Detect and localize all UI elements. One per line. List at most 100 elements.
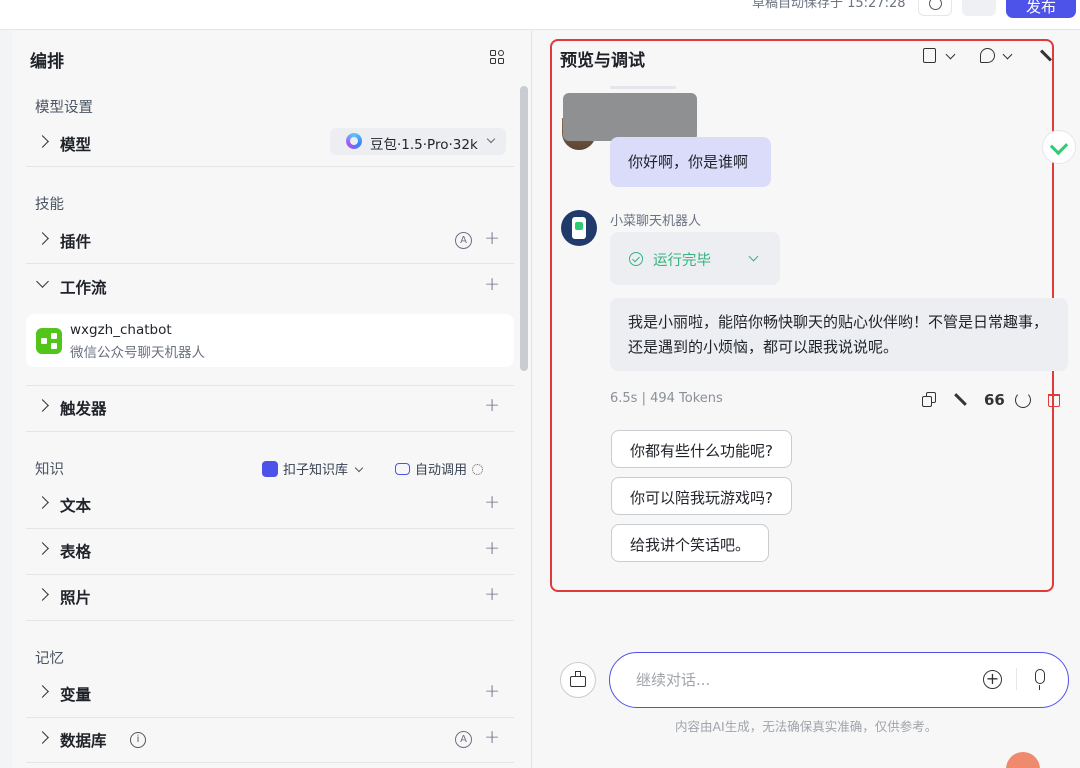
workflow-item[interactable]: wxgzh_chatbot 微信公众号聊天机器人 [26, 314, 514, 367]
add-database-button[interactable]: + [484, 726, 500, 748]
add-text-button[interactable]: + [484, 491, 500, 513]
chevron-right-icon [36, 685, 49, 698]
add-table-button[interactable]: + [484, 537, 500, 559]
layout-grid-icon[interactable] [490, 50, 505, 65]
wrench-icon[interactable] [953, 392, 969, 408]
chevron-right-icon [36, 399, 49, 412]
input-divider [1016, 668, 1017, 690]
chevron-down-icon [36, 275, 49, 288]
row-label: 插件 [60, 233, 92, 251]
row-label: 照片 [60, 589, 92, 607]
row-label: 模型 [60, 136, 92, 154]
row-database[interactable]: 数据库 i A + [26, 718, 514, 764]
row-workflow[interactable]: 工作流 + [26, 265, 514, 311]
suggestion-chip[interactable]: 你可以陪我玩游戏吗? [611, 477, 792, 515]
suggestion-chip[interactable]: 给我讲个笑话吧。 [611, 524, 770, 562]
divider [26, 431, 514, 432]
add-plugin-button[interactable]: + [484, 227, 500, 249]
chevron-down-icon [354, 463, 364, 473]
bot-avatar[interactable] [561, 210, 597, 246]
check-circle-icon [629, 252, 643, 266]
row-label: 工作流 [60, 279, 107, 297]
add-workflow-button[interactable]: + [484, 273, 500, 295]
chevron-right-icon [36, 135, 49, 148]
row-text[interactable]: 文本 + [26, 483, 514, 529]
robot-icon [395, 463, 410, 475]
refresh-icon[interactable] [1015, 392, 1031, 408]
floating-check-button[interactable] [1042, 130, 1076, 164]
publish-button[interactable]: 发布 [1006, 0, 1076, 18]
auto-call-label: 自动调用 [415, 463, 468, 478]
divider [26, 620, 514, 621]
preview-title: 预览与调试 [560, 51, 645, 71]
add-trigger-button[interactable]: + [484, 394, 500, 416]
row-label: 表格 [60, 543, 92, 561]
chevron-down-icon [748, 251, 759, 262]
document-settings-icon [923, 48, 936, 63]
scroll-remnant [610, 86, 676, 89]
checkmark-icon [1049, 136, 1069, 156]
workflow-name: wxgzh_chatbot [70, 322, 172, 338]
divider [26, 762, 514, 763]
section-knowledge: 知识 [35, 462, 64, 478]
debug-tools-button[interactable] [1037, 48, 1053, 66]
knowledge-source-label: 扣子知识库 [283, 463, 349, 478]
chevron-right-icon [36, 542, 49, 555]
user-message: 你好啊，你是谁啊 [610, 137, 771, 187]
workflow-description: 微信公众号聊天机器人 [70, 345, 205, 361]
run-status-text: 运行完毕 [653, 253, 711, 269]
section-memory: 记忆 [35, 651, 64, 667]
row-table[interactable]: 表格 + [26, 529, 514, 575]
divider [26, 166, 514, 167]
model-name: 豆包·1.5·Pro·32k [370, 137, 478, 153]
chevron-right-icon [36, 232, 49, 245]
knowledge-source-dropdown[interactable]: 扣子知识库 [262, 459, 364, 478]
suggestion-chip[interactable]: 你都有些什么功能呢? [611, 430, 792, 468]
auto-call-setting[interactable]: 自动调用 [395, 459, 484, 478]
redacted-block [563, 93, 697, 141]
row-label: 文本 [60, 497, 92, 515]
history-button[interactable] [918, 0, 952, 16]
chevron-right-icon [36, 731, 49, 744]
divider [26, 263, 514, 264]
row-label: 变量 [60, 686, 92, 704]
add-photo-button[interactable]: + [484, 583, 500, 605]
left-gutter [0, 31, 12, 768]
row-plugins[interactable]: 插件 A + [26, 219, 514, 265]
row-variables[interactable]: 变量 + [26, 672, 514, 718]
model-selector[interactable]: 豆包·1.5·Pro·32k [330, 128, 506, 155]
run-status-toggle[interactable]: 运行完毕 [610, 232, 780, 285]
autosave-status: 草稿自动保存于 15:27:28 [752, 0, 906, 11]
chevron-right-icon [36, 496, 49, 509]
row-triggers[interactable]: 触发器 + [26, 386, 514, 432]
debug-log-dropdown[interactable] [923, 48, 959, 66]
auto-badge-icon[interactable]: A [455, 232, 472, 249]
bot-message: 我是小丽啦，能陪你畅快聊天的贴心伙伴哟！不管是日常趣事，还是遇到的小烦恼，都可以… [610, 298, 1068, 371]
row-model[interactable]: 模型 豆包·1.5·Pro·32k [26, 122, 514, 168]
section-skills: 技能 [35, 197, 64, 213]
gear-icon[interactable] [472, 464, 484, 475]
auto-badge-icon[interactable]: A [455, 731, 472, 748]
row-label: 触发器 [60, 400, 107, 418]
more-button[interactable] [962, 0, 996, 16]
clear-context-button[interactable] [560, 662, 596, 698]
quote-icon[interactable]: 66 [984, 392, 1005, 408]
chevron-down-icon [1002, 49, 1013, 60]
trash-icon[interactable] [1048, 394, 1060, 407]
section-model-settings: 模型设置 [35, 100, 93, 116]
top-bar: 草稿自动保存于 15:27:28 发布 [0, 0, 1080, 30]
response-meta: 6.5s | 494 Tokens [610, 391, 723, 406]
microphone-icon[interactable] [1035, 669, 1045, 690]
memory-dropdown[interactable] [980, 48, 1016, 66]
wrench-icon [1039, 49, 1053, 62]
copy-icon[interactable] [922, 392, 938, 408]
scrollbar[interactable] [520, 86, 528, 371]
add-attachment-icon[interactable]: + [983, 670, 1002, 689]
orchestration-panel: 编排 模型设置 模型 豆包·1.5·Pro·32k 技能 插件 A + 工作流 … [12, 31, 532, 768]
brain-icon [980, 48, 995, 63]
row-photo[interactable]: 照片 + [26, 575, 514, 621]
add-variable-button[interactable]: + [484, 680, 500, 702]
row-label: 数据库 [60, 732, 107, 750]
info-icon[interactable]: i [130, 732, 146, 748]
knowledge-base-icon [262, 461, 278, 477]
